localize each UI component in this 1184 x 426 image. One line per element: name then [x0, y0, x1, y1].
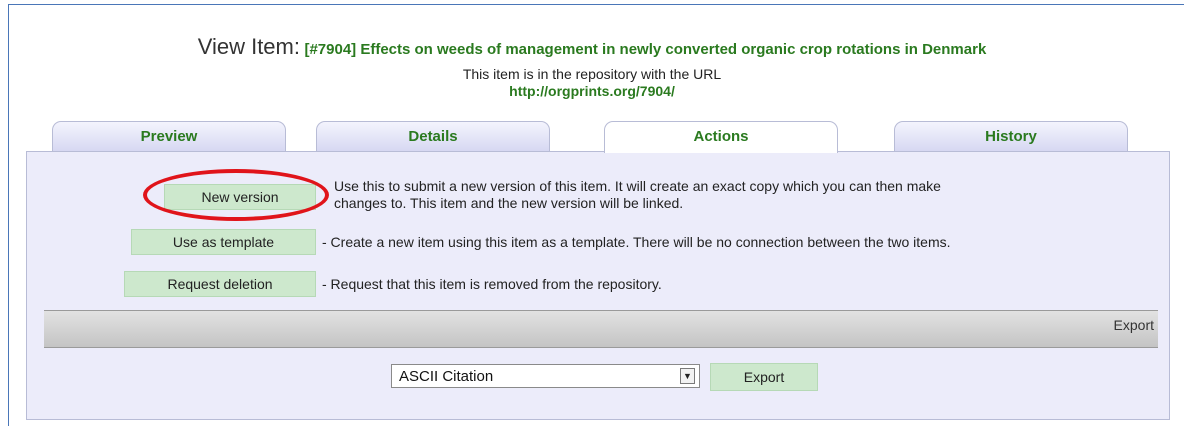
request-deletion-description: - Request that this item is removed from… — [322, 276, 662, 292]
export-format-value: ASCII Citation — [399, 368, 494, 385]
new-version-description-line2: changes to. This item and the new versio… — [334, 195, 684, 211]
page-title: View Item: [#7904] Effects on weeds of m… — [0, 34, 1184, 60]
item-title: [#7904] Effects on weeds of management i… — [304, 41, 987, 58]
new-version-description: Use this to submit a new version of this… — [334, 178, 941, 212]
chevron-down-icon[interactable]: ▼ — [680, 368, 695, 384]
use-as-template-button[interactable]: Use as template — [131, 229, 316, 255]
use-as-template-description: - Create a new item using this item as a… — [322, 234, 951, 250]
export-bar: Export — [44, 310, 1158, 348]
tab-preview[interactable]: Preview — [52, 121, 286, 151]
export-button[interactable]: Export — [710, 363, 818, 391]
new-version-description-line1: Use this to submit a new version of this… — [334, 178, 941, 194]
tab-actions[interactable]: Actions — [604, 121, 838, 153]
title-prefix: View Item: — [197, 34, 300, 59]
new-version-button[interactable]: New version — [164, 184, 316, 210]
export-bar-label: Export — [1113, 317, 1154, 333]
item-url-link[interactable]: http://orgprints.org/7904/ — [0, 83, 1184, 99]
url-intro-text: This item is in the repository with the … — [462, 66, 722, 82]
export-format-select[interactable]: ASCII Citation ▼ — [391, 364, 700, 388]
tab-history[interactable]: History — [894, 121, 1128, 151]
tab-details[interactable]: Details — [316, 121, 550, 151]
request-deletion-button[interactable]: Request deletion — [124, 271, 316, 297]
